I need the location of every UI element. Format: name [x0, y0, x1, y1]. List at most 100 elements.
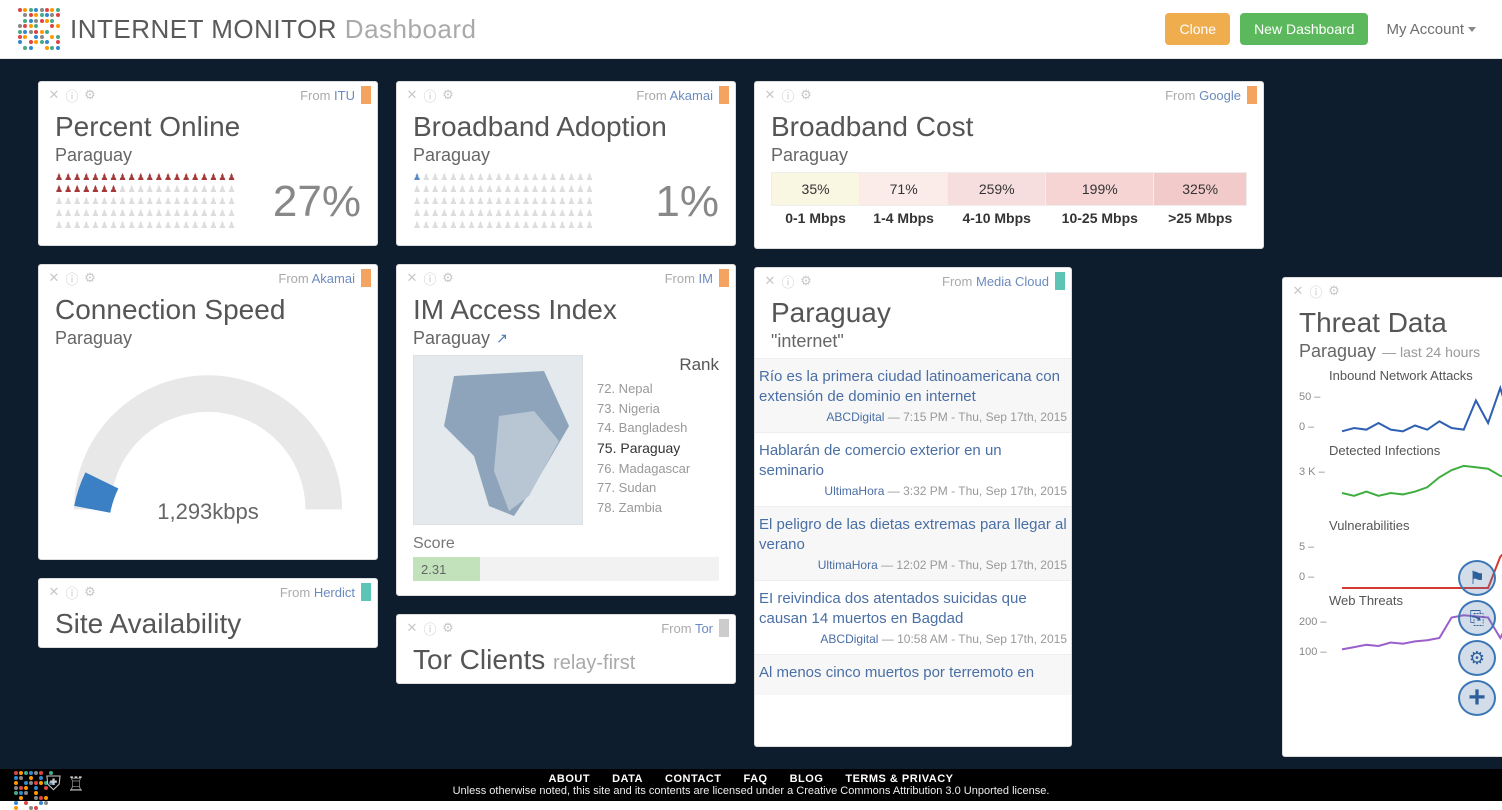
gear-icon[interactable]: ⚙	[441, 621, 455, 635]
gear-icon[interactable]: ⚙	[83, 585, 97, 599]
widget-connection-speed: ✕ⓘ⚙ From Akamai Connection Speed Paragua…	[38, 264, 378, 560]
widget-country: Paraguay	[413, 145, 719, 166]
my-account-dropdown[interactable]: My Account	[1378, 15, 1484, 44]
stripe-icon	[361, 86, 371, 104]
gear-icon[interactable]: ⚙	[441, 88, 455, 102]
y-tick: 5 –	[1299, 541, 1314, 553]
threat-period: — last 24 hours	[1382, 344, 1480, 360]
close-icon[interactable]: ✕	[47, 88, 61, 102]
stripe-icon	[1247, 86, 1257, 104]
logo-icon	[18, 8, 60, 50]
rank-item: 74. Bangladesh	[597, 418, 719, 438]
gear-icon[interactable]: ⚙	[83, 271, 97, 285]
people-icon-grid: ♟♟♟♟♟♟♟♟♟♟♟♟♟♟♟♟♟♟♟♟♟♟♟♟♟♟♟♟♟♟♟♟♟♟♟♟♟♟♟♟…	[55, 172, 235, 231]
rank-item: 77. Sudan	[597, 478, 719, 498]
news-title: Al menos cinco muertos por terremoto en	[759, 663, 1067, 683]
news-title: EI reivindica dos atentados suicidas que…	[759, 589, 1067, 628]
widget-title: Percent Online	[55, 111, 361, 143]
rank-label: Rank	[597, 355, 719, 375]
cost-pct: 35%	[772, 173, 860, 206]
percent-value: 1%	[655, 177, 719, 227]
cost-label: 0-1 Mbps	[772, 206, 860, 235]
close-icon[interactable]: ✕	[405, 621, 419, 635]
news-item[interactable]: El peligro de las dietas extremas para l…	[755, 506, 1071, 580]
info-icon[interactable]: ⓘ	[423, 271, 437, 285]
info-icon[interactable]: ⓘ	[423, 621, 437, 635]
news-item[interactable]: Hablarán de comercio exterior en un semi…	[755, 432, 1071, 506]
y-tick: 50 –	[1299, 391, 1320, 403]
source-link[interactable]: Google	[1199, 88, 1241, 103]
footer-link[interactable]: ABOUT	[548, 773, 590, 785]
flag-button[interactable]: ⚑	[1458, 560, 1496, 596]
news-title: El peligro de las dietas extremas para l…	[759, 515, 1067, 554]
news-title: Río es la primera ciudad latinoamericana…	[759, 367, 1067, 406]
chevron-down-icon	[1468, 27, 1476, 32]
cost-pct: 199%	[1046, 173, 1154, 206]
widget-title: Paraguay	[771, 297, 1055, 329]
close-icon[interactable]: ✕	[1291, 284, 1305, 298]
top-bar: INTERNET MONITOR Dashboard Clone New Das…	[0, 0, 1502, 59]
source-link[interactable]: Akamai	[312, 271, 355, 286]
cost-pct: 259%	[948, 173, 1046, 206]
widget-news: ✕ⓘ⚙ From Media Cloud Paraguay "internet"…	[754, 267, 1072, 747]
gear-icon[interactable]: ⚙	[1327, 284, 1341, 298]
stripe-icon	[719, 269, 729, 287]
close-icon[interactable]: ✕	[47, 585, 61, 599]
widget-title: Tor Clients relay-first	[413, 644, 719, 676]
footer-link[interactable]: TERMS & PRIVACY	[845, 773, 953, 785]
gauge-chart	[58, 355, 358, 519]
shield-icon: ♖	[67, 772, 85, 797]
info-icon[interactable]: ⓘ	[781, 88, 795, 102]
info-icon[interactable]: ⓘ	[65, 88, 79, 102]
stripe-icon	[719, 86, 729, 104]
gear-icon[interactable]: ⚙	[799, 274, 813, 288]
close-icon[interactable]: ✕	[763, 88, 777, 102]
source-link[interactable]: ITU	[334, 88, 355, 103]
footer-link[interactable]: BLOG	[790, 773, 824, 785]
info-icon[interactable]: ⓘ	[1309, 284, 1323, 298]
info-icon[interactable]: ⓘ	[65, 585, 79, 599]
country-map	[413, 355, 583, 525]
source-link[interactable]: Akamai	[670, 88, 713, 103]
settings-button[interactable]: ⚙	[1458, 640, 1496, 676]
cost-label: >25 Mbps	[1154, 206, 1247, 235]
new-dashboard-button[interactable]: New Dashboard	[1240, 13, 1368, 45]
my-account-label: My Account	[1386, 21, 1464, 38]
spacer	[1282, 81, 1502, 259]
info-icon[interactable]: ⓘ	[65, 271, 79, 285]
footer-link[interactable]: CONTACT	[665, 773, 721, 785]
add-widget-button[interactable]: +	[1458, 680, 1496, 716]
info-icon[interactable]: ⓘ	[423, 88, 437, 102]
clone-button[interactable]: Clone	[1165, 13, 1230, 45]
source-link[interactable]: IM	[699, 271, 713, 286]
footer-link[interactable]: FAQ	[743, 773, 767, 785]
close-icon[interactable]: ✕	[405, 88, 419, 102]
widget-title: Site Availability	[55, 608, 361, 640]
stripe-icon	[361, 269, 371, 287]
info-icon[interactable]: ⓘ	[781, 274, 795, 288]
source-link[interactable]: Media Cloud	[976, 274, 1049, 289]
copy-button[interactable]: ⎘	[1458, 600, 1496, 636]
chart-title: Inbound Network Attacks	[1329, 368, 1502, 383]
dashboard-canvas: ✕ ⓘ ⚙ From ITU Percent Online Paraguay ♟…	[0, 59, 1502, 769]
close-icon[interactable]: ✕	[47, 271, 61, 285]
news-item[interactable]: Al menos cinco muertos por terremoto en	[755, 654, 1071, 695]
source-link[interactable]: Herdict	[314, 585, 355, 600]
gear-icon[interactable]: ⚙	[441, 271, 455, 285]
floating-actions: ⚑ ⎘ ⚙ +	[1458, 560, 1496, 716]
mini-chart: 3 K –	[1299, 458, 1502, 518]
source-link[interactable]: Tor	[695, 621, 713, 636]
footer-link[interactable]: DATA	[612, 773, 643, 785]
news-item[interactable]: EI reivindica dos atentados suicidas que…	[755, 580, 1071, 654]
gear-icon[interactable]: ⚙	[799, 88, 813, 102]
gear-icon[interactable]: ⚙	[83, 88, 97, 102]
external-link-icon[interactable]: ↗	[496, 330, 508, 347]
close-icon[interactable]: ✕	[405, 271, 419, 285]
news-meta: ABCDigital — 10:58 AM - Thu, Sep 17th, 2…	[759, 632, 1067, 646]
y-tick: 3 K –	[1299, 466, 1325, 478]
news-item[interactable]: Río es la primera ciudad latinoamericana…	[755, 358, 1071, 432]
logo-block[interactable]: INTERNET MONITOR Dashboard	[18, 8, 477, 50]
footer-note: Unless otherwise noted, this site and it…	[453, 785, 1050, 797]
close-icon[interactable]: ✕	[763, 274, 777, 288]
widget-broadband-adoption: ✕ⓘ⚙ From Akamai Broadband Adoption Parag…	[396, 81, 736, 246]
